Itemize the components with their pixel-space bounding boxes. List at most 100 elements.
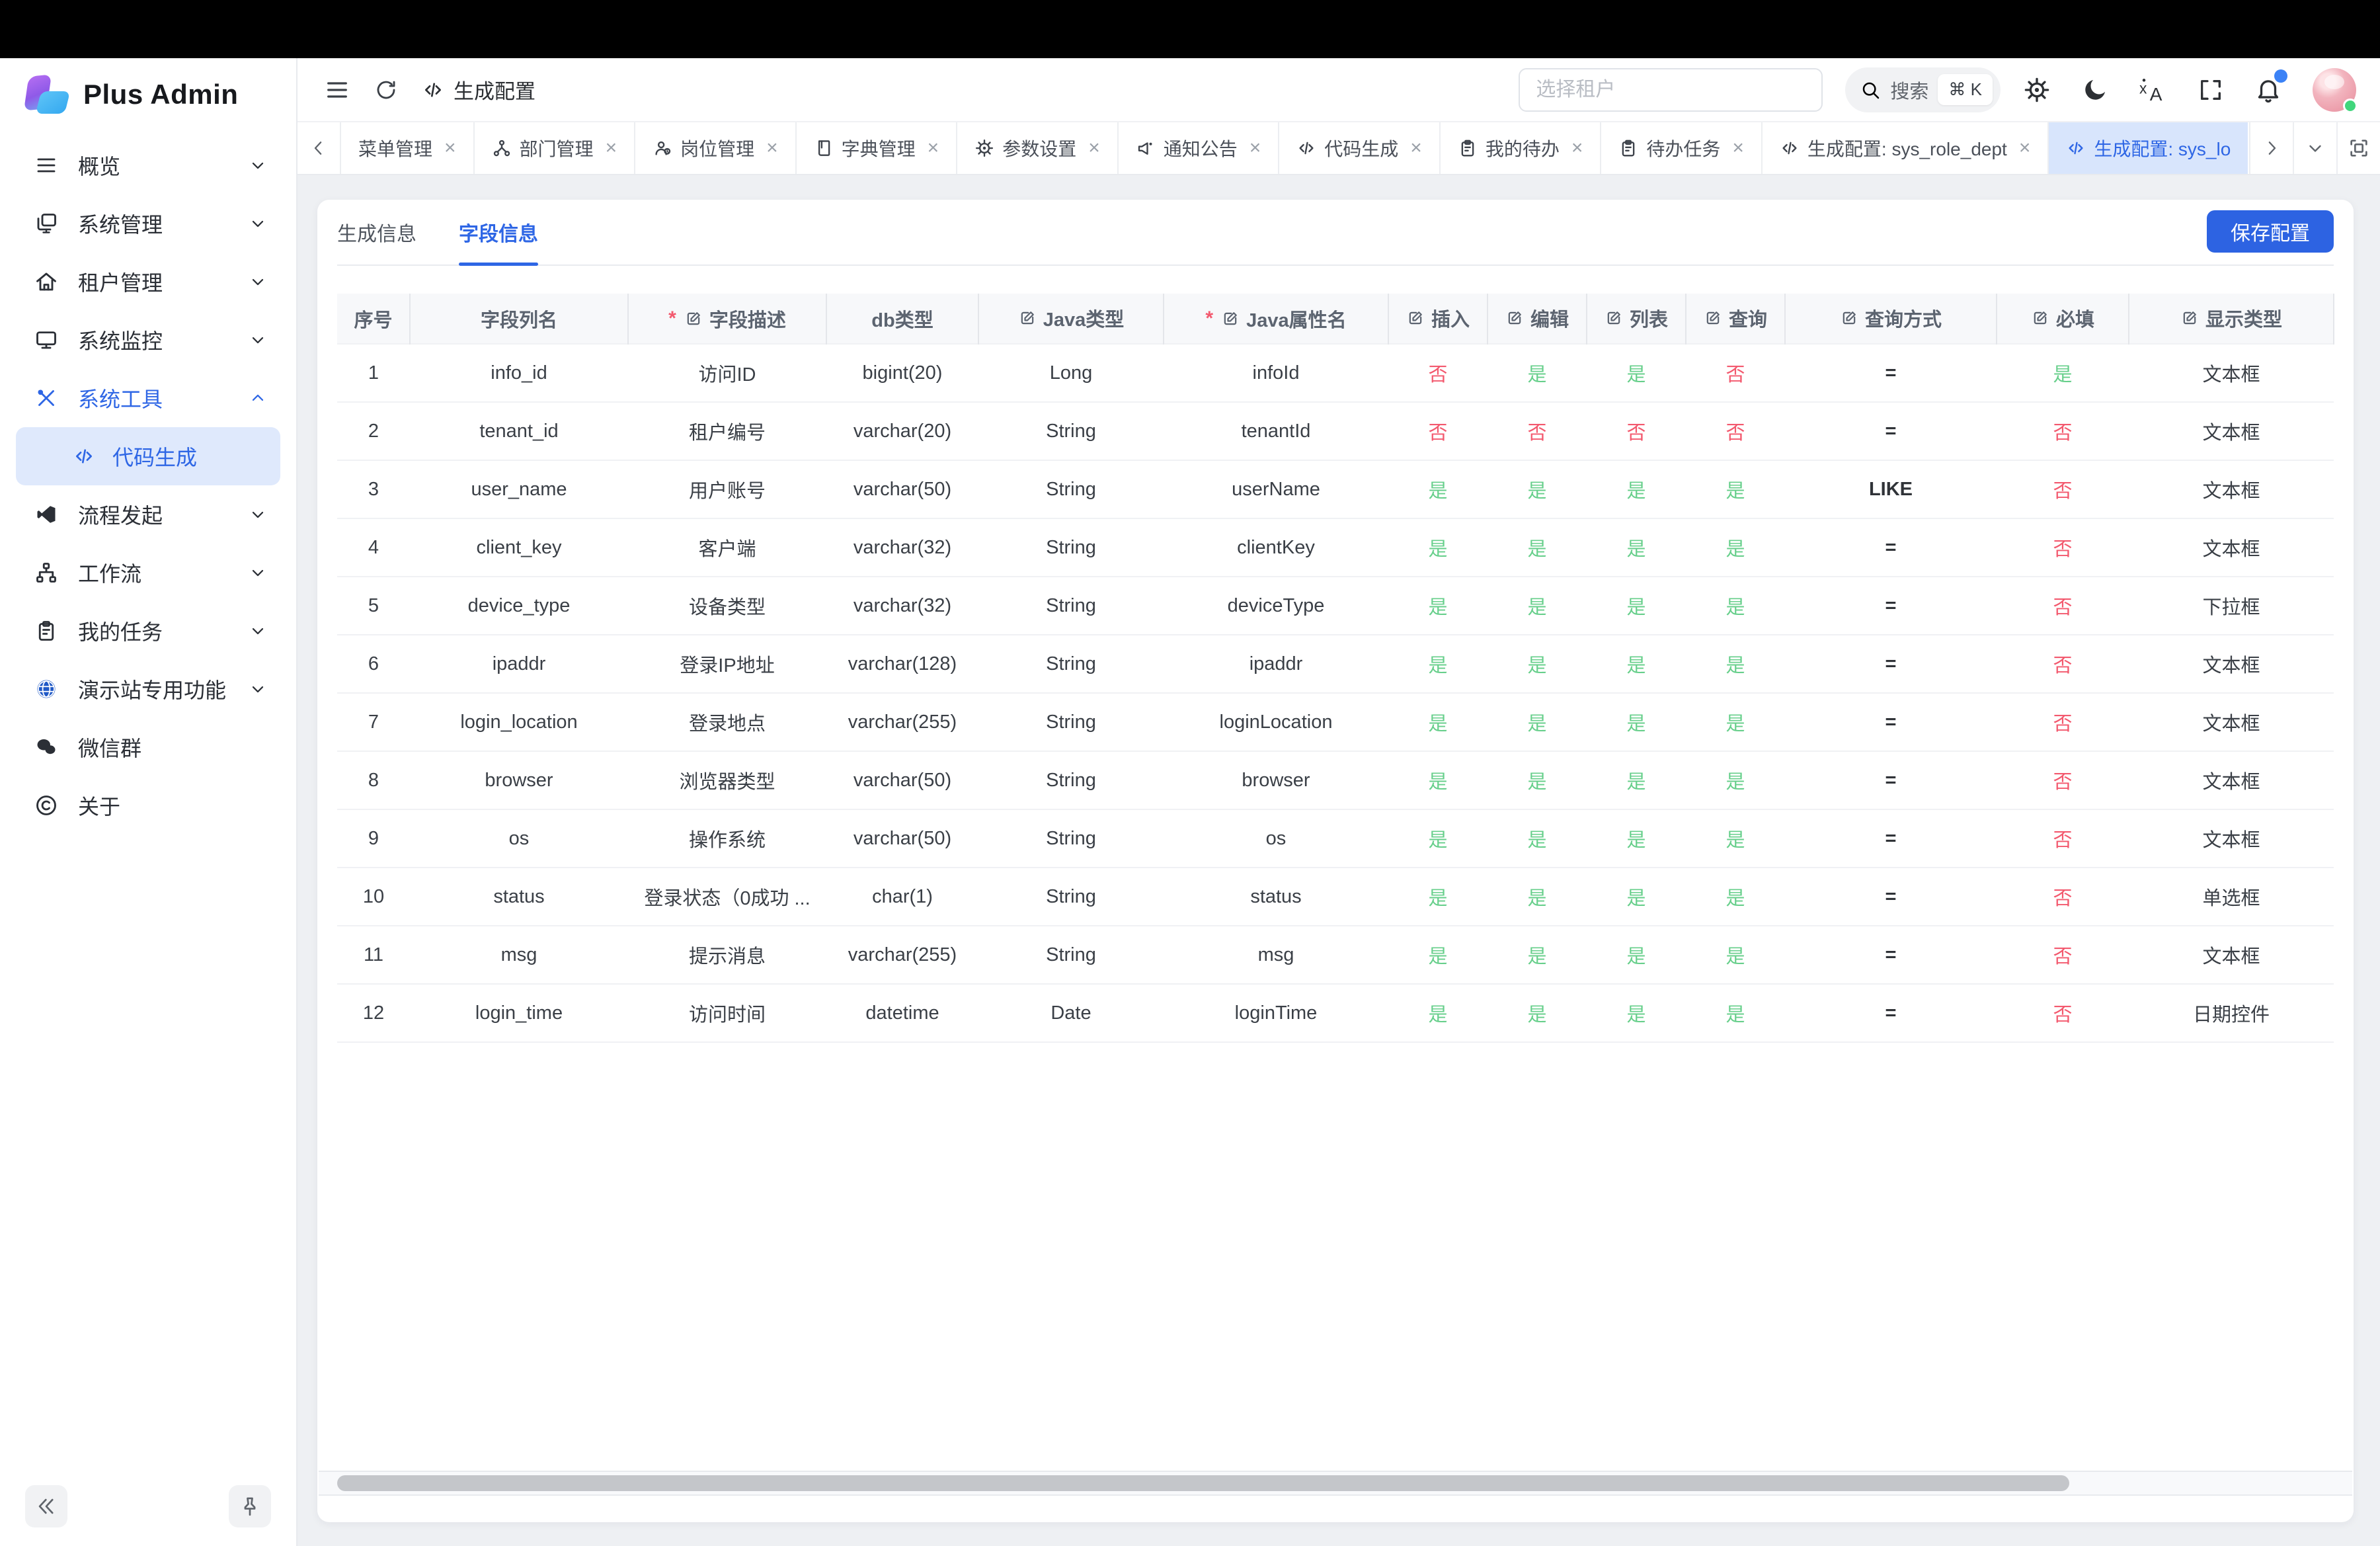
cell-java_type[interactable]: String <box>978 751 1164 809</box>
close-icon[interactable]: × <box>2019 138 2031 158</box>
cell-list[interactable]: 是 <box>1587 751 1686 809</box>
cell-list[interactable]: 是 <box>1587 635 1686 693</box>
cell-query[interactable]: 是 <box>1686 577 1785 635</box>
cell-query[interactable]: 是 <box>1686 751 1785 809</box>
cell-query[interactable]: 是 <box>1686 984 1785 1042</box>
cell-display[interactable]: 下拉框 <box>2129 577 2334 635</box>
cell-query_mode[interactable]: = <box>1785 344 1997 402</box>
cell-display[interactable]: 文本框 <box>2129 751 2334 809</box>
sidebar-subitem[interactable]: 代码生成 <box>16 427 280 485</box>
close-icon[interactable]: × <box>766 138 778 158</box>
cell-java_type[interactable]: Date <box>978 984 1164 1042</box>
column-header-display[interactable]: 显示类型 <box>2129 294 2334 344</box>
cell-list[interactable]: 是 <box>1587 926 1686 984</box>
cell-java_prop[interactable]: deviceType <box>1164 577 1388 635</box>
cell-query_mode[interactable]: = <box>1785 809 1997 868</box>
cell-java_type[interactable]: String <box>978 577 1164 635</box>
content-fullscreen-button[interactable] <box>2336 122 2380 174</box>
sidebar-item[interactable]: 系统工具 <box>0 369 296 427</box>
cell-list[interactable]: 是 <box>1587 868 1686 926</box>
cell-java_prop[interactable]: clientKey <box>1164 518 1388 577</box>
sidebar-item[interactable]: 工作流 <box>0 544 296 602</box>
cell-display[interactable]: 文本框 <box>2129 693 2334 751</box>
open-tab[interactable]: 字典管理× <box>797 122 958 174</box>
sidebar-item[interactable]: 演示站专用功能 <box>0 660 296 718</box>
tab-field-info[interactable]: 字段信息 <box>459 200 538 264</box>
cell-required[interactable]: 否 <box>1997 868 2129 926</box>
cell-java_prop[interactable]: tenantId <box>1164 402 1388 460</box>
cell-query_mode[interactable]: = <box>1785 402 1997 460</box>
cell-insert[interactable]: 是 <box>1388 577 1488 635</box>
cell-insert[interactable]: 是 <box>1388 518 1488 577</box>
tabs-scroll-left-button[interactable] <box>298 122 341 174</box>
close-icon[interactable]: × <box>1410 138 1422 158</box>
cell-query_mode[interactable]: = <box>1785 751 1997 809</box>
cell-java_type[interactable]: String <box>978 809 1164 868</box>
cell-display[interactable]: 日期控件 <box>2129 984 2334 1042</box>
save-config-button[interactable]: 保存配置 <box>2207 210 2334 253</box>
cell-insert[interactable]: 是 <box>1388 984 1488 1042</box>
cell-display[interactable]: 文本框 <box>2129 635 2334 693</box>
close-icon[interactable]: × <box>928 138 939 158</box>
open-tab[interactable]: 待办任务× <box>1601 122 1763 174</box>
cell-java_prop[interactable]: userName <box>1164 460 1388 518</box>
global-search-button[interactable]: 搜索 ⌘ K <box>1845 67 2001 112</box>
cell-java_prop[interactable]: ipaddr <box>1164 635 1388 693</box>
cell-query[interactable]: 是 <box>1686 635 1785 693</box>
cell-query[interactable]: 是 <box>1686 460 1785 518</box>
close-icon[interactable]: × <box>444 138 456 158</box>
cell-query[interactable]: 是 <box>1686 518 1785 577</box>
cell-desc[interactable]: 登录地点 <box>628 693 826 751</box>
cell-java_type[interactable]: String <box>978 402 1164 460</box>
cell-required[interactable]: 否 <box>1997 402 2129 460</box>
cell-edit[interactable]: 是 <box>1488 926 1587 984</box>
cell-required[interactable]: 否 <box>1997 635 2129 693</box>
cell-list[interactable]: 是 <box>1587 577 1686 635</box>
cell-edit[interactable]: 是 <box>1488 751 1587 809</box>
cell-required[interactable]: 否 <box>1997 926 2129 984</box>
cell-java_type[interactable]: Long <box>978 344 1164 402</box>
cell-desc[interactable]: 登录IP地址 <box>628 635 826 693</box>
cell-java_prop[interactable]: loginLocation <box>1164 693 1388 751</box>
cell-query_mode[interactable]: = <box>1785 518 1997 577</box>
cell-display[interactable]: 文本框 <box>2129 926 2334 984</box>
cell-edit[interactable]: 是 <box>1488 344 1587 402</box>
cell-query_mode[interactable]: = <box>1785 693 1997 751</box>
cell-query_mode[interactable]: = <box>1785 926 1997 984</box>
cell-insert[interactable]: 是 <box>1388 460 1488 518</box>
sidebar-item[interactable]: 租户管理 <box>0 253 296 311</box>
cell-query_mode[interactable]: = <box>1785 635 1997 693</box>
close-icon[interactable]: × <box>1250 138 1261 158</box>
cell-java_prop[interactable]: loginTime <box>1164 984 1388 1042</box>
cell-java_prop[interactable]: msg <box>1164 926 1388 984</box>
cell-insert[interactable]: 否 <box>1388 402 1488 460</box>
sidebar-item[interactable]: 流程发起 <box>0 485 296 544</box>
cell-java_type[interactable]: String <box>978 868 1164 926</box>
cell-list[interactable]: 是 <box>1587 460 1686 518</box>
cell-java_prop[interactable]: status <box>1164 868 1388 926</box>
cell-required[interactable]: 否 <box>1997 751 2129 809</box>
cell-query_mode[interactable]: = <box>1785 984 1997 1042</box>
column-header-query_mode[interactable]: 查询方式 <box>1785 294 1997 344</box>
cell-query[interactable]: 否 <box>1686 402 1785 460</box>
cell-desc[interactable]: 访问ID <box>628 344 826 402</box>
cell-list[interactable]: 是 <box>1587 809 1686 868</box>
cell-query_mode[interactable]: = <box>1785 577 1997 635</box>
cell-required[interactable]: 否 <box>1997 809 2129 868</box>
user-avatar[interactable] <box>2313 68 2356 112</box>
cell-edit[interactable]: 是 <box>1488 518 1587 577</box>
column-header-desc[interactable]: *字段描述 <box>628 294 826 344</box>
cell-edit[interactable]: 是 <box>1488 577 1587 635</box>
open-tab[interactable]: 菜单管理× <box>341 122 475 174</box>
sidebar-item[interactable]: 我的任务 <box>0 602 296 660</box>
sidebar-pin-button[interactable] <box>229 1485 271 1527</box>
horizontal-scrollbar-track[interactable] <box>319 1471 2352 1496</box>
cell-java_prop[interactable]: browser <box>1164 751 1388 809</box>
cell-desc[interactable]: 访问时间 <box>628 984 826 1042</box>
cell-insert[interactable]: 是 <box>1388 693 1488 751</box>
cell-list[interactable]: 是 <box>1587 518 1686 577</box>
cell-insert[interactable]: 否 <box>1388 344 1488 402</box>
cell-edit[interactable]: 是 <box>1488 868 1587 926</box>
cell-java_type[interactable]: String <box>978 635 1164 693</box>
cell-list[interactable]: 是 <box>1587 344 1686 402</box>
